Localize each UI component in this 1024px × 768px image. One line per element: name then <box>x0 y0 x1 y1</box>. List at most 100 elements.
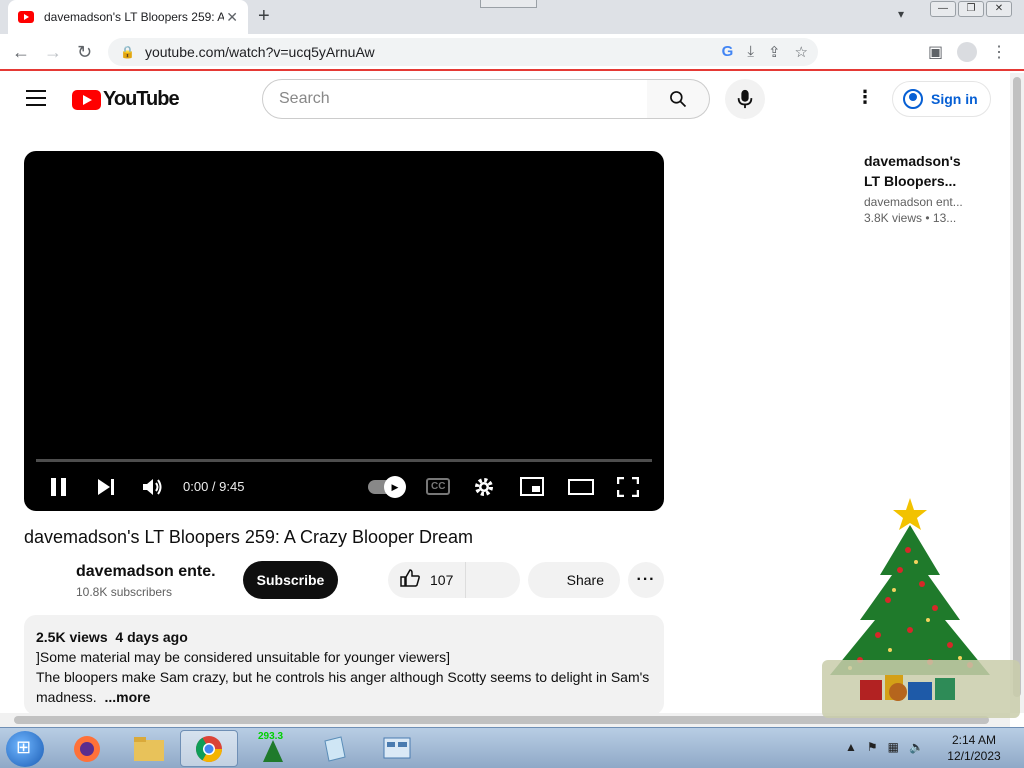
start-button[interactable] <box>6 731 44 767</box>
bookmark-star-icon[interactable]: ☆ <box>795 43 808 61</box>
description-line: madness. ...more <box>36 687 652 707</box>
voice-search-button[interactable] <box>725 79 765 119</box>
next-video-icon[interactable] <box>96 477 116 503</box>
notepad-icon[interactable] <box>306 730 364 767</box>
suggested-age: • 13... <box>925 211 957 225</box>
close-tab-icon[interactable]: ✕ <box>226 9 238 26</box>
view-count: 2.5K views <box>36 629 108 645</box>
suggested-title-line: davemadson's <box>864 153 961 169</box>
logo-text: YouTube <box>103 88 180 110</box>
like-button[interactable]: 107 <box>388 562 466 598</box>
browser-tab[interactable]: davemadson's LT Bloopers 259: A ✕ <box>8 0 248 34</box>
youtube-play-icon <box>72 89 101 110</box>
address-bar[interactable]: 🔒 youtube.com/watch?v=ucq5yArnuAw G ⤓ ⇪ … <box>108 38 818 66</box>
description-line-end: madness. <box>36 689 97 705</box>
speaker-icon[interactable]: 🔈 <box>909 740 924 754</box>
forward-icon[interactable]: → <box>44 42 62 63</box>
suggested-views: 3.8K views <box>864 211 923 225</box>
upload-age: 4 days ago <box>115 629 188 645</box>
account-icon <box>903 89 923 109</box>
more-actions-icon[interactable]: ··· <box>628 562 664 598</box>
system-clock[interactable]: 2:14 AM 12/1/2023 <box>944 732 1004 764</box>
fullscreen-icon[interactable] <box>616 476 640 503</box>
search-icon <box>670 91 687 108</box>
sign-in-button[interactable]: Sign in <box>892 81 991 117</box>
browser-tab-bar: davemadson's LT Bloopers 259: A ✕ + ▾ — … <box>0 0 1024 34</box>
chrome-icon[interactable] <box>180 730 238 767</box>
sign-in-label: Sign in <box>931 91 978 107</box>
youtube-logo[interactable]: YouTube <box>72 88 180 111</box>
lock-icon[interactable]: 🔒 <box>120 45 135 59</box>
description-box[interactable]: 2.5K views 4 days ago ]Some material may… <box>24 615 664 715</box>
close-window-icon[interactable]: ✕ <box>986 1 1012 17</box>
autoplay-toggle[interactable] <box>368 476 406 498</box>
window-controls: — ❐ ✕ <box>930 1 1012 17</box>
share-label: Share <box>566 572 604 588</box>
microphone-icon <box>737 89 753 109</box>
search-button[interactable] <box>647 79 710 119</box>
reload-icon[interactable]: ↻ <box>77 42 92 63</box>
windows-taskbar: 293.3 ▲ ⚑ ▦ 🔈 2:14 AM 12/1/2023 <box>0 727 1024 768</box>
thumbs-up-icon <box>400 568 420 592</box>
like-dislike-group: 107 <box>388 562 520 598</box>
youtube-favicon-icon <box>18 11 34 23</box>
window-top-notch <box>480 0 537 8</box>
subscriber-count: 10.8K subscribers <box>76 585 173 599</box>
share-button[interactable]: Share <box>528 562 620 598</box>
new-tab-icon[interactable]: + <box>258 5 270 28</box>
system-tray: ▲ ⚑ ▦ 🔈 <box>845 740 924 754</box>
time-display: 0:00 / 9:45 <box>183 479 245 494</box>
toolbar-right: ▣ ⋮ <box>928 42 1007 62</box>
control-panel-icon[interactable] <box>368 730 426 767</box>
url-text[interactable]: youtube.com/watch?v=ucq5yArnuAw <box>145 44 375 60</box>
volume-icon[interactable] <box>142 477 164 503</box>
progress-bar[interactable] <box>36 459 652 462</box>
search-input[interactable] <box>279 90 619 108</box>
restore-icon[interactable]: ❐ <box>958 1 984 17</box>
profile-avatar-icon[interactable] <box>957 42 978 62</box>
clock-date: 12/1/2023 <box>947 749 1001 763</box>
channel-name[interactable]: davemadson ente... <box>76 563 216 581</box>
suggested-channel: davemadson ent... <box>864 195 963 209</box>
install-icon[interactable]: ⤓ <box>747 43 754 61</box>
description-meta: 2.5K views 4 days ago <box>36 627 652 647</box>
screen: davemadson's LT Bloopers 259: A ✕ + ▾ — … <box>0 0 1024 768</box>
miniplayer-icon[interactable] <box>520 477 544 503</box>
menu-icon[interactable] <box>26 90 46 111</box>
description-line: The bloopers make Sam crazy, but he cont… <box>36 669 650 685</box>
youtube-header: YouTube ⋮ Sign in <box>0 73 1010 125</box>
description-line: ]Some material may be considered unsuita… <box>36 649 450 665</box>
google-lens-icon[interactable]: G <box>722 43 734 61</box>
suggested-title: davemadson's LT Bloopers... <box>864 151 964 191</box>
captions-icon[interactable]: CC <box>426 478 451 495</box>
browser-toolbar: ← → ↻ 🔒 youtube.com/watch?v=ucq5yArnuAw … <box>0 34 1024 71</box>
christmas-tree-gadget <box>822 498 1020 718</box>
video-title: davemadson's LT Bloopers 259: A Crazy Bl… <box>24 527 474 547</box>
suggested-meta: 3.8K views • 13... <box>864 211 964 225</box>
like-count: 107 <box>430 572 454 588</box>
settings-gear-icon[interactable] <box>474 477 494 503</box>
tab-search-chevron-icon[interactable]: ▾ <box>898 7 904 21</box>
owner-row: davemadson ente... 10.8K subscribers Sub… <box>24 560 664 604</box>
show-more-link[interactable]: ...more <box>104 689 150 705</box>
dislike-button[interactable] <box>466 562 520 598</box>
settings-kebab-icon[interactable]: ⋮ <box>856 87 874 108</box>
browser-menu-icon[interactable]: ⋮ <box>991 42 1007 62</box>
share-page-icon[interactable]: ⇪ <box>768 43 781 61</box>
theater-mode-icon[interactable] <box>568 477 594 503</box>
show-hidden-icons-icon[interactable]: ▲ <box>845 740 857 754</box>
firefox-icon[interactable] <box>58 730 116 767</box>
side-panel-icon[interactable]: ▣ <box>928 42 943 62</box>
pause-icon[interactable] <box>50 477 68 503</box>
file-explorer-icon[interactable] <box>120 730 178 767</box>
subscribe-button[interactable]: Subscribe <box>243 561 338 599</box>
player-controls: 0:00 / 9:45 CC <box>24 471 664 507</box>
tree-gadget-task[interactable]: 293.3 <box>244 730 302 767</box>
minimize-icon[interactable]: — <box>930 1 956 17</box>
video-player[interactable]: 0:00 / 9:45 CC <box>24 151 664 511</box>
action-center-icon[interactable]: ⚑ <box>867 740 878 754</box>
omnibox-actions: G ⤓ ⇪ ☆ <box>722 43 808 61</box>
suggested-video[interactable]: davemadson's LT Bloopers... davemadson e… <box>864 151 964 225</box>
back-icon[interactable]: ← <box>12 42 30 63</box>
network-icon[interactable]: ▦ <box>888 740 899 754</box>
